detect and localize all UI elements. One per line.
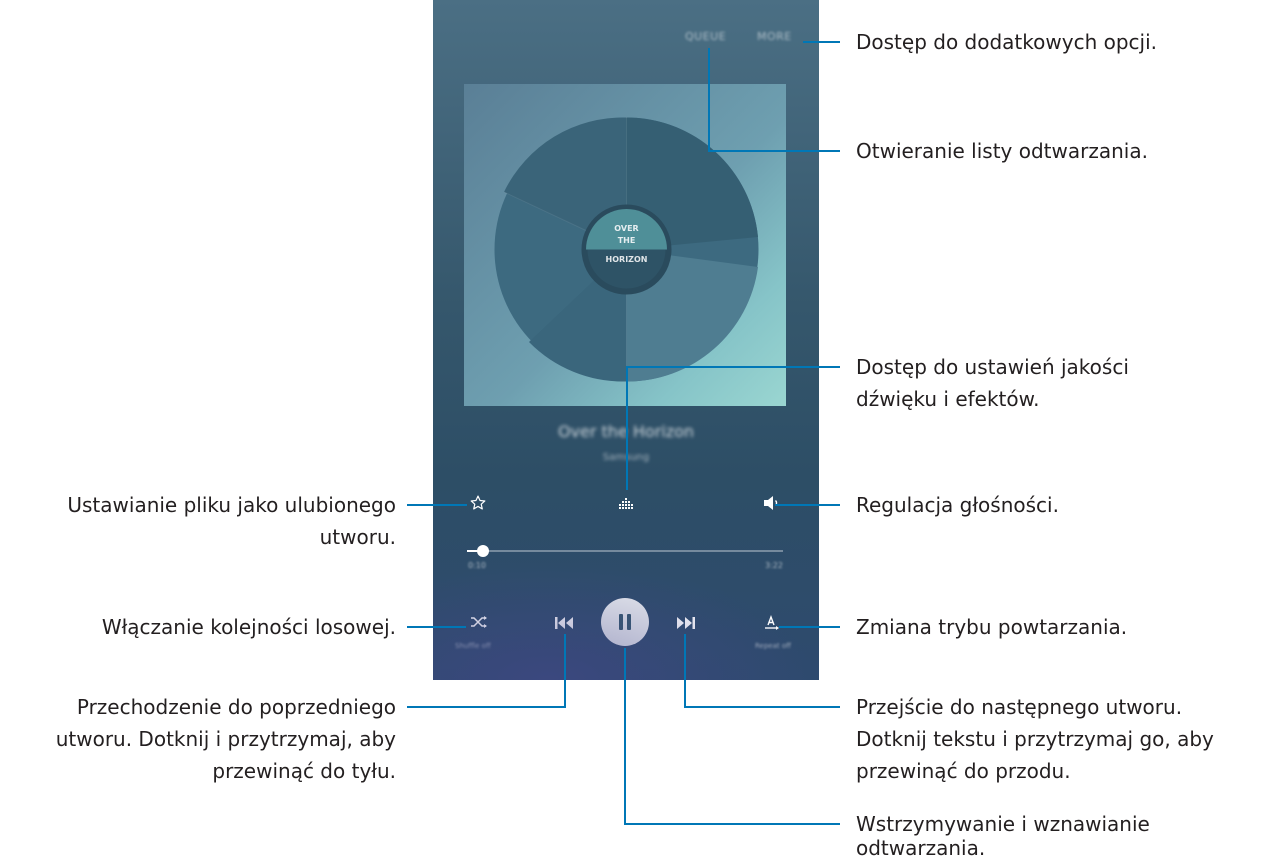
seek-thumb[interactable] — [476, 545, 489, 557]
shuffle-icon — [471, 616, 487, 628]
sound-effects-button[interactable] — [616, 492, 638, 514]
callout-queue: Otwieranie listy odtwarzania. — [856, 139, 1148, 163]
shuffle-status: Shuffle off — [455, 642, 491, 650]
album-title-line2: THE — [618, 236, 636, 245]
album-title-line3: HORIZON — [606, 255, 648, 264]
callout-next-line2: Dotknij tekstu i przytrzymaj go, aby — [856, 727, 1214, 751]
volume-icon — [764, 496, 778, 510]
elapsed-time: 0:10 — [468, 561, 486, 570]
callout-sound-line2: dźwięku i efektów. — [856, 387, 1040, 411]
song-artist: Samsung — [602, 452, 650, 463]
album-art: OVER THE HORIZON — [464, 84, 786, 406]
seek-bar[interactable] — [467, 545, 783, 557]
shuffle-button[interactable] — [469, 612, 489, 632]
total-time: 3:22 — [765, 561, 783, 570]
favorite-button[interactable] — [467, 492, 489, 514]
repeat-button[interactable] — [761, 612, 783, 634]
callout-shuffle: Włączanie kolejności losowej. — [101, 615, 396, 639]
song-title: Over the Horizon — [557, 422, 695, 441]
top-bar: QUEUE MORE — [433, 30, 819, 50]
album-disc: OVER THE HORIZON — [494, 117, 759, 382]
next-icon — [677, 617, 695, 629]
callout-next-line1: Przejście do następnego utworu. — [856, 695, 1183, 719]
callout-sound-line1: Dostęp do ustawień jakości — [856, 355, 1129, 379]
music-player-screen: QUEUE MORE OVER THE HORIZON Over the Hor… — [433, 0, 819, 680]
previous-icon — [555, 617, 573, 629]
callout-volume: Regulacja głośności. — [856, 493, 1059, 517]
next-button[interactable] — [675, 612, 697, 634]
volume-button[interactable] — [761, 492, 783, 514]
pause-icon — [619, 614, 631, 630]
callout-prev-line3: przewinąć do tyłu. — [212, 759, 396, 783]
callout-prev-line1: Przechodzenie do poprzedniego — [76, 695, 396, 719]
callout-prev-line2: utworu. Dotknij i przytrzymaj, aby — [55, 727, 396, 751]
callout-more: Dostęp do dodatkowych opcji. — [856, 30, 1157, 54]
callout-pause-line2: odtwarzania. — [856, 836, 986, 860]
repeat-status: Repeat off — [755, 642, 791, 650]
callout-next-line3: przewinąć do przodu. — [856, 759, 1071, 783]
equalizer-icon — [619, 498, 633, 509]
more-button[interactable]: MORE — [757, 30, 792, 43]
callout-repeat: Zmiana trybu powtarzania. — [856, 615, 1128, 639]
album-title-line1: OVER — [614, 224, 638, 233]
repeat-icon — [765, 615, 779, 630]
pause-button[interactable] — [601, 598, 649, 646]
previous-button[interactable] — [553, 612, 575, 634]
callout-favorite-line1: Ustawianie pliku jako ulubionego — [67, 493, 396, 517]
queue-button[interactable]: QUEUE — [685, 30, 726, 43]
callout-favorite-line2: utworu. — [319, 525, 396, 549]
star-icon — [470, 495, 486, 510]
